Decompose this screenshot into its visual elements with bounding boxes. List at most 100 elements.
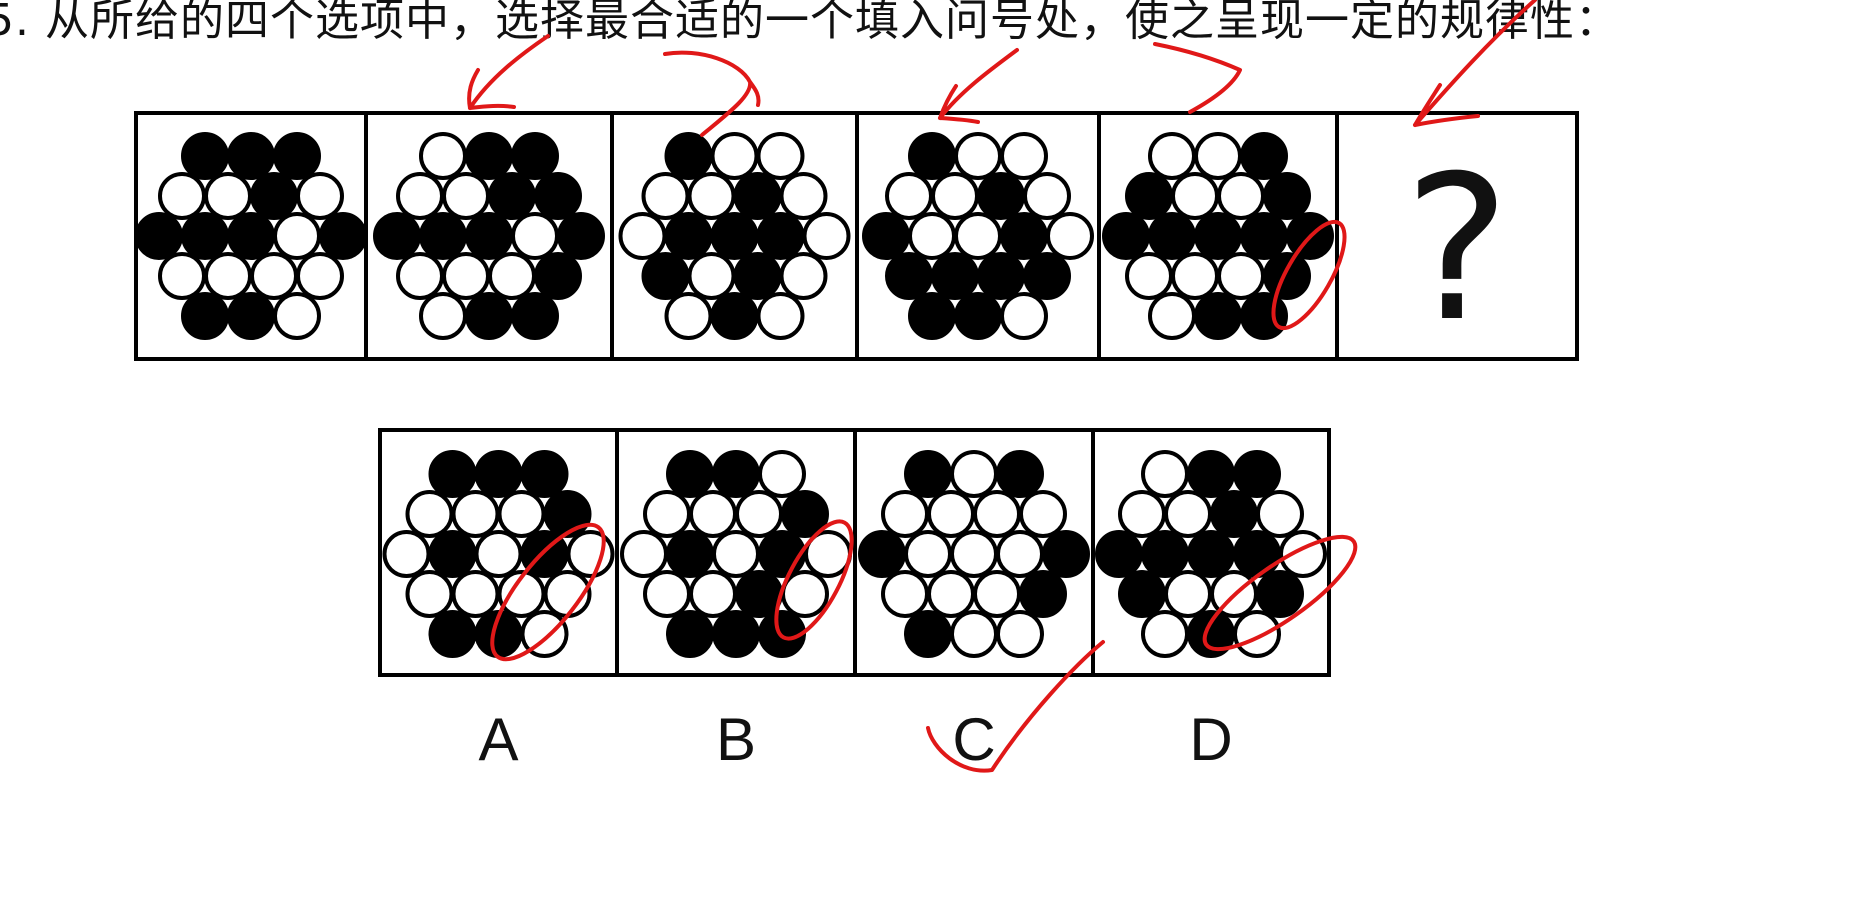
empty-circle [802,212,851,260]
empty-circle [1194,132,1242,180]
filled-circle [511,292,559,340]
filled-circle [1256,570,1304,618]
filled-circle [885,252,933,300]
filled-circle [641,252,690,300]
sequence-row: ? [134,111,1579,366]
empty-circle [405,570,454,618]
filled-circle [1148,212,1196,260]
empty-circle [1171,252,1219,300]
red-arrow-4 [1153,42,1242,114]
filled-circle [465,292,513,340]
filled-circle [758,530,806,578]
option-b-figure[interactable] [620,450,852,658]
filled-circle [977,172,1025,220]
question-mark: ? [1404,133,1510,366]
empty-circle [1164,490,1212,538]
filled-circle [1042,530,1090,578]
empty-circle [566,530,615,578]
empty-circle [973,570,1021,618]
filled-circle [1125,172,1173,220]
empty-circle [710,132,759,180]
empty-circle [620,530,668,578]
filled-circle [373,212,421,260]
filled-circle [488,172,536,220]
filled-circle [428,530,477,578]
empty-circle [1148,292,1196,340]
filled-circle [904,450,952,498]
empty-circle [687,252,736,300]
filled-circle [1233,530,1281,578]
filled-circle [1210,490,1258,538]
filled-circle [428,450,477,498]
filled-circle [465,132,513,180]
empty-circle [497,490,546,538]
empty-circle [927,570,975,618]
empty-circle [996,610,1044,658]
empty-circle [641,172,690,220]
empty-circle [1171,172,1219,220]
filled-circle [735,570,783,618]
filled-circle [135,212,183,260]
empty-circle [405,490,454,538]
empty-circle [442,252,490,300]
empty-circle [396,252,444,300]
empty-circle [1233,610,1281,658]
empty-circle [779,172,828,220]
empty-circle [954,132,1002,180]
empty-circle [689,570,737,618]
filled-circle [419,212,467,260]
empty-circle [250,252,298,300]
empty-circle [1256,490,1304,538]
empty-circle [950,610,998,658]
option-c-figure[interactable] [858,450,1090,658]
filled-circle [1019,570,1067,618]
empty-circle [1148,132,1196,180]
filled-circle [908,132,956,180]
filled-circle [996,450,1044,498]
empty-circle [204,172,252,220]
puzzle-figure: ? ABCD [134,0,1579,773]
sequence-figure-5 [1102,132,1334,340]
empty-circle [927,490,975,538]
filled-circle [1023,252,1071,300]
red-arrow-2 [663,50,761,137]
empty-circle [451,570,500,618]
filled-circle [465,212,513,260]
empty-circle [1141,450,1189,498]
empty-circle [204,252,252,300]
empty-circle [396,172,444,220]
sequence-figure-1 [135,132,367,340]
filled-circle [712,450,760,498]
option-a-figure[interactable] [382,450,615,658]
empty-circle [950,450,998,498]
filled-circle [954,292,1002,340]
empty-circle [488,252,536,300]
empty-circle [950,530,998,578]
empty-circle [735,490,783,538]
option-a-label: A [478,706,518,773]
filled-circle [666,450,714,498]
empty-circle [273,212,321,260]
empty-circle [1000,132,1048,180]
filled-circle [319,212,367,260]
filled-circle [543,490,592,538]
filled-circle [557,212,605,260]
sequence-figure-4 [862,132,1094,340]
filled-circle [1000,212,1048,260]
empty-circle [442,172,490,220]
filled-circle [664,212,713,260]
empty-circle [1118,490,1166,538]
empty-circle [973,490,1021,538]
empty-circle [687,172,736,220]
empty-circle [1019,490,1067,538]
filled-circle [428,610,477,658]
filled-circle [977,252,1025,300]
empty-circle [664,292,713,340]
empty-circle [1164,570,1212,618]
empty-circle [451,490,500,538]
filled-circle [181,132,229,180]
filled-circle [666,530,714,578]
empty-circle [881,570,929,618]
options-row: ABCD [378,428,1331,773]
filled-circle [227,292,275,340]
